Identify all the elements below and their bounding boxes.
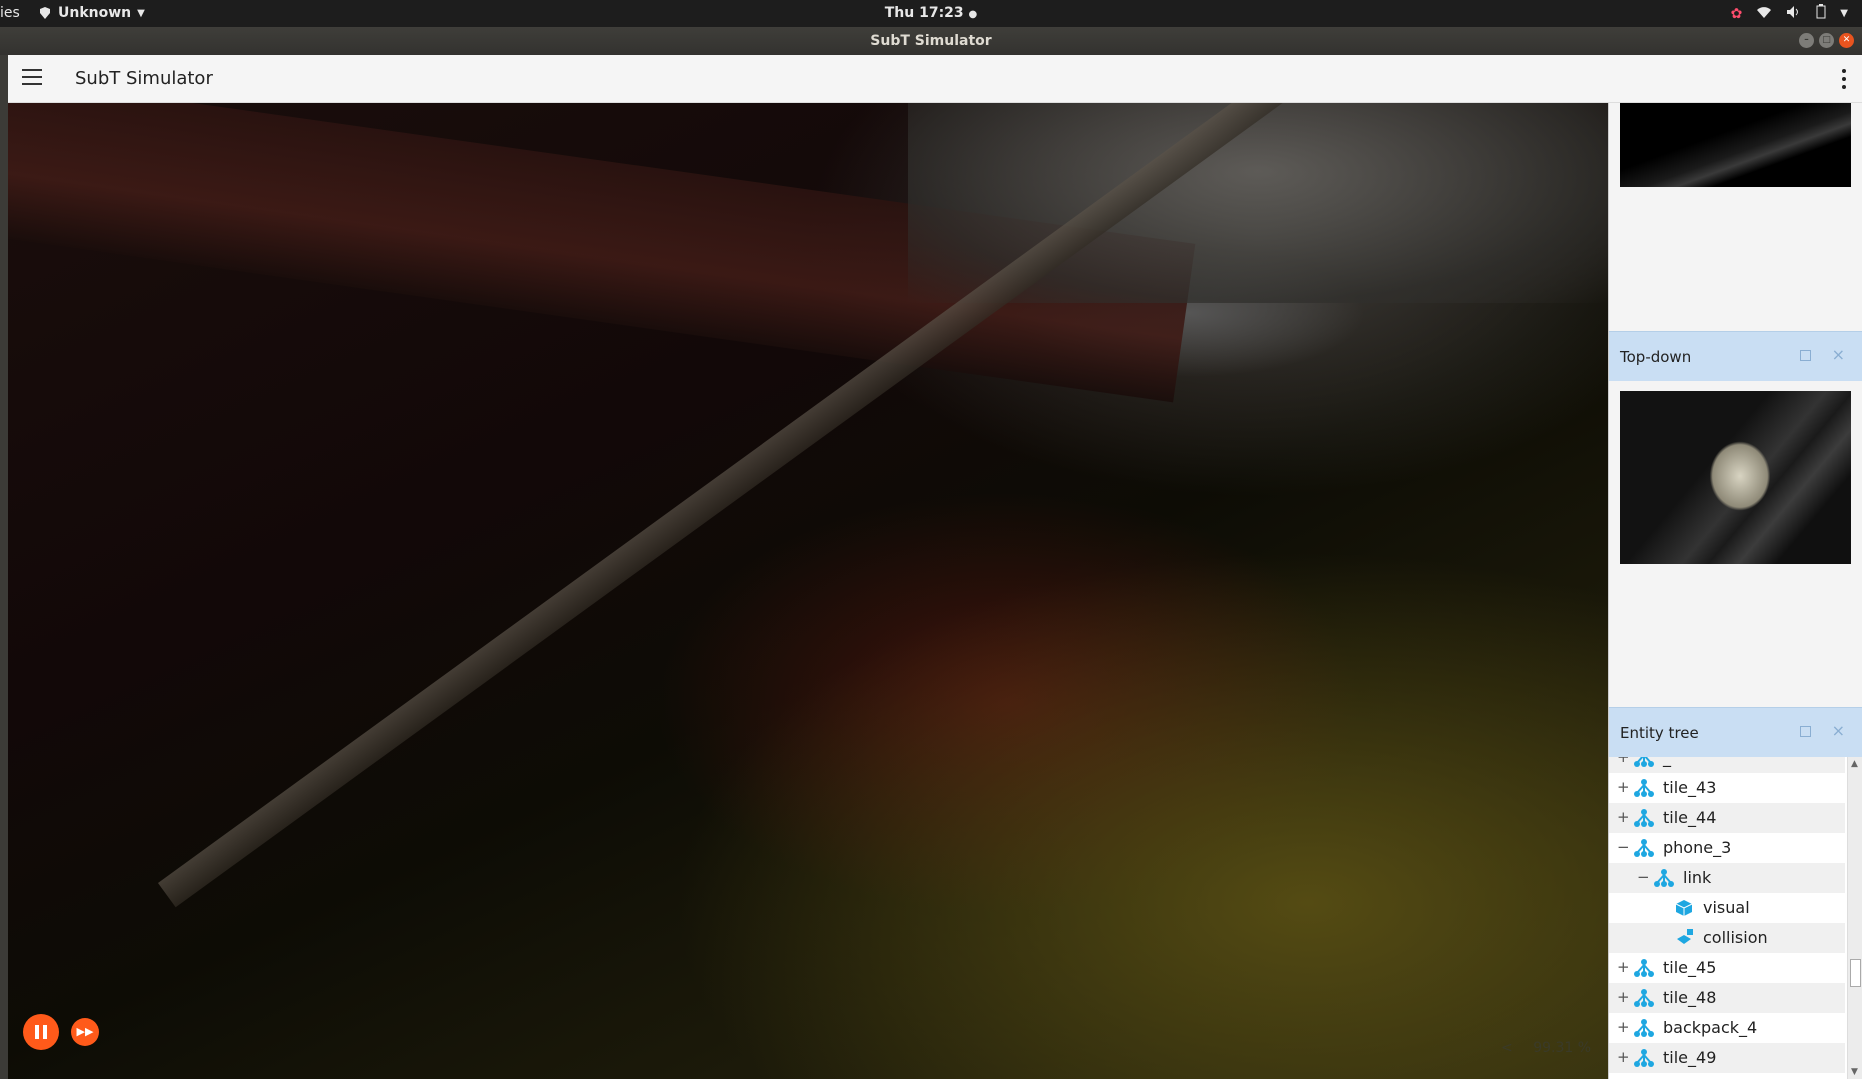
model-icon — [1633, 987, 1655, 1009]
right-panel: Top-down × Entity tree × + _ + tile_43 + tile… — [1608, 103, 1862, 1079]
expand-icon[interactable]: + — [1617, 1018, 1630, 1036]
model-icon — [1633, 1047, 1655, 1069]
visual-icon — [1673, 897, 1695, 919]
close-icon[interactable]: × — [1832, 721, 1845, 740]
tree-item-label: collision — [1703, 928, 1768, 947]
expand-icon[interactable]: + — [1617, 988, 1630, 1006]
collapse-icon[interactable]: − — [1617, 838, 1630, 856]
topdown-panel-header[interactable]: Top-down × — [1609, 331, 1862, 381]
entity-tree-panel-header[interactable]: Entity tree × — [1609, 707, 1862, 757]
tree-item-visual[interactable]: visual — [1609, 893, 1845, 923]
model-icon — [1633, 1017, 1655, 1039]
tree-item-label: phone_3 — [1663, 838, 1732, 857]
app-toolbar: SubT Simulator — [8, 55, 1862, 103]
close-icon[interactable]: ✕ — [1839, 33, 1854, 48]
app-title: SubT Simulator — [75, 68, 213, 89]
more-options-icon[interactable] — [1842, 69, 1848, 93]
entity-tree[interactable]: + _ + tile_43 + tile_44− phone_3− link visual col… — [1609, 757, 1862, 1079]
expand-icon[interactable]: + — [1617, 778, 1630, 796]
tree-item-tile-48[interactable]: + tile_48 — [1609, 983, 1845, 1013]
battery-icon[interactable] — [1816, 4, 1826, 23]
minimize-icon[interactable]: – — [1799, 33, 1814, 48]
tree-item-phone-3[interactable]: − phone_3 — [1609, 833, 1845, 863]
scrollbar-thumb[interactable] — [1850, 959, 1861, 987]
collision-icon — [1673, 927, 1695, 949]
link-icon — [1653, 867, 1675, 889]
expand-icon[interactable]: + — [1617, 1048, 1630, 1066]
chevron-down-icon[interactable]: ▼ — [1840, 8, 1848, 19]
tree-item-tile-49[interactable]: + tile_49 — [1609, 1043, 1845, 1073]
scene-viewport[interactable]: ▶▶ < 99.31 % — [8, 103, 1608, 1079]
system-tray[interactable]: ✿ ▼ — [1731, 4, 1848, 23]
wifi-icon[interactable] — [1756, 5, 1772, 23]
hamburger-menu-icon[interactable] — [22, 69, 42, 87]
tree-item-tile-43[interactable]: + tile_43 — [1609, 773, 1845, 803]
model-icon — [1633, 777, 1655, 799]
notification-dot-icon: ● — [968, 9, 978, 20]
step-forward-button[interactable]: ▶▶ — [71, 1018, 99, 1046]
clock-label: Thu 17:23 — [884, 5, 964, 21]
tree-item-label: _ — [1663, 757, 1671, 767]
expand-icon[interactable]: + — [1617, 808, 1630, 826]
expand-icon[interactable]: + — [1617, 757, 1630, 766]
tree-item-label: tile_49 — [1663, 1048, 1717, 1067]
rtf-value: 99.31 % — [1533, 1040, 1592, 1056]
tree-item-partial-bottom[interactable]: +tile_52 — [1609, 1073, 1845, 1079]
volume-icon[interactable] — [1786, 5, 1802, 23]
tree-item-backpack-4[interactable]: + backpack_4 — [1609, 1013, 1845, 1043]
tree-item-label: tile_43 — [1663, 778, 1717, 797]
tree-item-label: visual — [1703, 898, 1750, 917]
panel-title: Top-down — [1620, 348, 1692, 366]
maximize-icon[interactable]: □ — [1819, 33, 1834, 48]
tree-item-label: tile_48 — [1663, 988, 1717, 1007]
tree-item-label: backpack_4 — [1663, 1018, 1758, 1037]
rtf-expand-icon[interactable]: < — [1501, 1040, 1513, 1056]
close-icon[interactable]: × — [1832, 345, 1845, 364]
indicator-icon[interactable]: ✿ — [1731, 6, 1743, 22]
model-icon — [1633, 807, 1655, 829]
system-top-bar: ies Unknown ▼ Thu 17:23 ● ✿ ▼ — [0, 0, 1862, 27]
window-titlebar[interactable]: SubT Simulator – □ ✕ — [0, 27, 1862, 55]
playback-controls: ▶▶ — [23, 1014, 99, 1050]
maximize-icon[interactable] — [1800, 726, 1811, 737]
panel-title: Entity tree — [1620, 724, 1699, 742]
tree-item-tile-44[interactable]: + tile_44 — [1609, 803, 1845, 833]
tree-item-label: tile_44 — [1663, 808, 1717, 827]
scroll-up-icon[interactable]: ▲ — [1851, 759, 1858, 769]
model-icon — [1633, 957, 1655, 979]
maximize-icon[interactable] — [1800, 350, 1811, 361]
real-time-factor: < 99.31 % — [1501, 1040, 1591, 1056]
tree-item-label: tile_45 — [1663, 958, 1717, 977]
topdown-camera-image — [1620, 391, 1851, 564]
expand-icon[interactable]: + — [1617, 958, 1630, 976]
tree-item-collision[interactable]: collision — [1609, 923, 1845, 953]
tree-item-partial-top[interactable]: + _ — [1609, 757, 1845, 773]
window-title: SubT Simulator — [870, 33, 992, 49]
tree-item-link[interactable]: − link — [1609, 863, 1845, 893]
model-icon — [1633, 837, 1655, 859]
scroll-down-icon[interactable]: ▼ — [1851, 1067, 1858, 1077]
model-icon — [1633, 757, 1655, 769]
pause-button[interactable] — [23, 1014, 59, 1050]
tree-item-label: link — [1683, 868, 1712, 887]
collapse-icon[interactable]: − — [1637, 868, 1650, 886]
camera-image — [1620, 103, 1851, 187]
clock[interactable]: Thu 17:23 ● — [0, 5, 1862, 21]
scrollbar[interactable]: ▲ ▼ — [1847, 757, 1862, 1079]
tree-item-tile-45[interactable]: + tile_45 — [1609, 953, 1845, 983]
